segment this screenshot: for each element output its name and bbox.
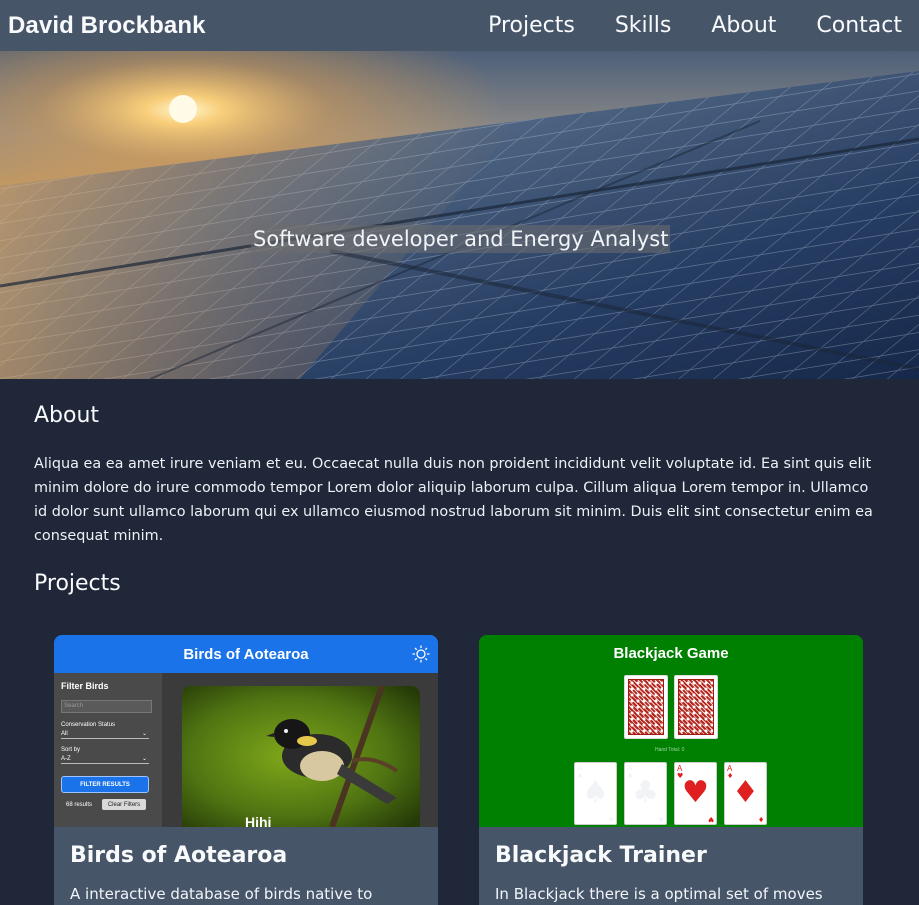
- playing-card-ace-hearts: A ♥ ♥ ♥: [674, 762, 717, 825]
- club-icon: ♣: [657, 815, 664, 823]
- project-description-birds: A interactive database of birds native t…: [70, 885, 373, 903]
- filter-results-button: FILTER RESULTS: [61, 776, 149, 793]
- dealer-card-back: [674, 675, 718, 739]
- bird-photo: [182, 686, 420, 827]
- birds-results-area: Hihi: [162, 673, 438, 827]
- diamond-icon: ♦: [757, 815, 764, 823]
- conservation-status-label: Conservation Status: [61, 722, 116, 728]
- birds-app-header: Birds of Aotearoa: [54, 635, 438, 673]
- nav-link-skills[interactable]: Skills: [615, 13, 672, 38]
- spade-icon: ♠: [582, 775, 609, 810]
- projects-heading: Projects: [34, 571, 121, 596]
- nav-link-contact[interactable]: Contact: [816, 13, 902, 38]
- dealer-hand-total: Hand Total: 0: [655, 747, 685, 753]
- hero-banner: Software developer and Energy Analyst: [0, 51, 919, 379]
- nav-links: Projects Skills About Contact: [448, 13, 902, 38]
- sort-by-label: Sort by: [61, 747, 81, 753]
- about-text: Aliqua ea ea amet irure veniam et eu. Oc…: [34, 456, 873, 544]
- diamond-icon: ♦: [732, 775, 759, 810]
- heart-icon: ♥: [682, 775, 709, 810]
- project-card-blackjack[interactable]: Blackjack Game Hand Total: 0 A ♠ ♠ ♠ A ♣…: [479, 635, 863, 905]
- sun-icon: [412, 645, 430, 663]
- birds-search-input: Search: [61, 700, 152, 713]
- nav-link-projects[interactable]: Projects: [488, 13, 575, 38]
- results-count: 68 results: [66, 802, 93, 808]
- conservation-select-value: All: [61, 731, 68, 737]
- chevron-down-icon: ⌄: [141, 731, 147, 737]
- club-icon: ♣: [632, 775, 659, 810]
- conservation-select: All ⌄: [61, 729, 149, 739]
- blackjack-app-title: Blackjack Game: [613, 645, 729, 662]
- project-title-blackjack: Blackjack Trainer: [495, 843, 707, 868]
- playing-card-ace-diamonds: A ♦ ♦ ♦: [724, 762, 767, 825]
- about-heading: About: [34, 403, 100, 428]
- chevron-down-icon: ⌄: [141, 756, 147, 762]
- project-thumbnail-birds: Birds of Aotearoa Filter Birds Search Co…: [54, 635, 438, 827]
- solar-panel-image: [0, 51, 919, 379]
- hero-tagline: Software developer and Energy Analyst: [251, 225, 671, 253]
- top-nav: David Brockbank Projects Skills About Co…: [0, 0, 919, 51]
- clear-filters-button: Clear Filters: [102, 799, 146, 810]
- playing-card-ace-spades: A ♠ ♠ ♠: [574, 762, 617, 825]
- bird-name-label: Hihi: [245, 814, 272, 827]
- heart-icon: ♥: [707, 815, 714, 823]
- sort-select: A-Z ⌄: [61, 754, 149, 764]
- playing-card-ace-clubs: A ♣ ♣ ♣: [624, 762, 667, 825]
- project-card-birds[interactable]: Birds of Aotearoa Filter Birds Search Co…: [54, 635, 438, 905]
- spade-icon: ♠: [607, 815, 614, 823]
- project-title-birds: Birds of Aotearoa: [70, 843, 288, 868]
- birds-app-title: Birds of Aotearoa: [183, 645, 309, 663]
- brand-name[interactable]: David Brockbank: [8, 12, 206, 40]
- birds-filter-sidebar: Filter Birds Search Conservation Status …: [54, 673, 162, 827]
- blackjack-table: Blackjack Game Hand Total: 0 A ♠ ♠ ♠ A ♣…: [479, 635, 863, 827]
- project-thumbnail-blackjack: Blackjack Game Hand Total: 0 A ♠ ♠ ♠ A ♣…: [479, 635, 863, 827]
- nav-link-about[interactable]: About: [711, 13, 776, 38]
- dealer-card-back: [624, 675, 668, 739]
- sort-select-value: A-Z: [61, 756, 71, 762]
- project-description-blackjack: In Blackjack there is a optimal set of m…: [495, 885, 823, 903]
- filter-birds-title: Filter Birds: [61, 681, 109, 691]
